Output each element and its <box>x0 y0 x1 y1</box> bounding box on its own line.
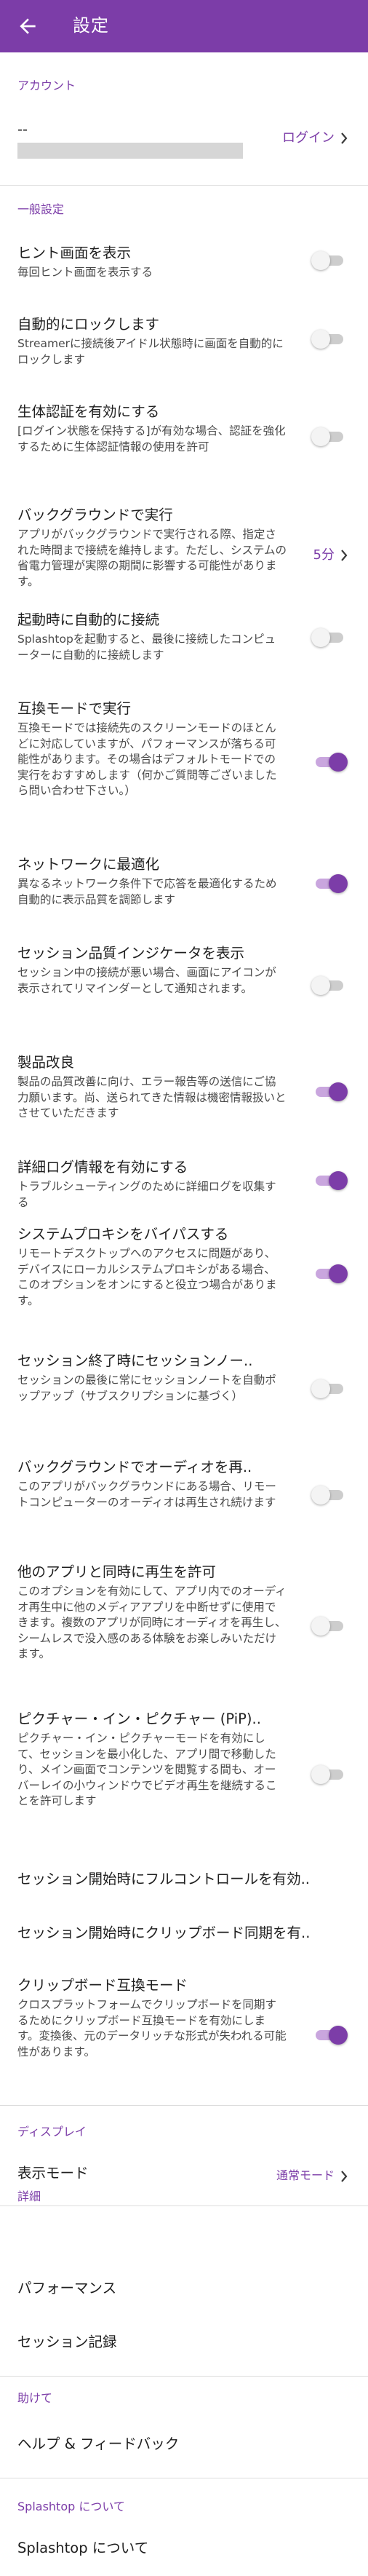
chevron-right-icon <box>341 550 348 561</box>
setting-title: 生体認証を有効にする <box>17 403 160 420</box>
toggle-switch[interactable] <box>311 753 348 772</box>
toggle-switch[interactable] <box>311 874 348 893</box>
setting-title: セッション品質インジケータを表示 <box>17 945 245 962</box>
setting-desc: 毎回ヒント画面を表示する <box>17 266 153 279</box>
session-log-row[interactable]: セッション記録 <box>0 2332 368 2361</box>
setting-title: 詳細ログ情報を有効にする <box>17 1159 188 1176</box>
help-feedback-row[interactable]: ヘルプ & フィードバック <box>0 2434 368 2463</box>
setting-mix-audio[interactable]: 他のアプリと同時に再生を許可 このオプションを有効にして、アプリ内でのオーディオ… <box>0 1562 368 1671</box>
section-header-about: Splashtop について <box>17 2500 125 2513</box>
toggle-switch[interactable] <box>311 1617 348 1636</box>
setting-desc: トラブルシューティングのために詳細ログを収集する <box>17 1180 276 1209</box>
setting-desc: リモートデスクトップへのアクセスに問題があり、デバイスにローカルシステムプロキシ… <box>17 1247 277 1307</box>
setting-pip[interactable]: ピクチャー・イン・ピクチャー (PiP).. ピクチャー・イン・ピクチャーモード… <box>0 1709 368 1818</box>
display-mode-value[interactable]: 通常モード <box>276 2165 348 2183</box>
setting-desc: セッションの最後に常にセッションノートを自動ポップアップ（サブスクリプションに基… <box>17 1374 276 1403</box>
toggle-switch[interactable] <box>311 1765 348 1784</box>
toggle-switch[interactable] <box>311 2026 348 2045</box>
chevron-right-icon <box>341 2170 348 2182</box>
help-feedback-label: ヘルプ & フィードバック <box>17 2436 180 2452</box>
setting-desc: 互換モードでは接続先のスクリーンモードのほとんどに対応していますが、パフォーマン… <box>17 721 277 797</box>
performance-label: パフォーマンス <box>17 2280 117 2296</box>
setting-desc: 製品の品質改善に向け、エラー報告等の送信にご協力願います。尚、送られてきた情報は… <box>17 1075 287 1119</box>
setting-title: セッション開始時にフルコントロールを有効.. <box>17 1871 311 1887</box>
setting-autoconnect[interactable]: 起動時に自動的に接続 Splashtopを起動すると、最後に接続したコンピュータ… <box>0 610 368 665</box>
setting-title: 互換モードで実行 <box>17 700 132 717</box>
setting-desc: クロスプラットフォームでクリップボードを同期するためにクリップボード互換モードを… <box>17 1998 287 2058</box>
toggle-switch[interactable] <box>311 330 348 349</box>
setting-session-note[interactable]: セッション終了時にセッションノー.. セッションの最後に常にセッションノートを自… <box>0 1351 368 1409</box>
account-username: -- <box>17 121 28 138</box>
performance-row[interactable]: パフォーマンス <box>0 2278 368 2307</box>
section-header-account: アカウント <box>17 79 76 92</box>
section-header-display: ディスプレイ <box>17 2125 87 2139</box>
display-mode-row[interactable]: 表示モード 通常モード <box>0 2163 368 2192</box>
setting-title: バックグラウンドでオーディオを再.. <box>17 1459 252 1475</box>
setting-background[interactable]: バックグラウンドで実行 アプリがバックグラウンドで実行される際、指定された時間ま… <box>0 505 368 593</box>
setting-bypass-proxy[interactable]: システムプロキシをバイパスする リモートデスクトップへのアクセスに問題があり、デ… <box>0 1224 368 1326</box>
toggle-switch[interactable] <box>311 1379 348 1398</box>
setting-desc: Streamerに接続後アイドル状態時に画面を自動的にロックします <box>17 337 284 366</box>
section-header-details: 詳細 <box>17 2189 41 2203</box>
setting-debug-log[interactable]: 詳細ログ情報を有効にする トラブルシューティングのために詳細ログを収集する <box>0 1157 368 1209</box>
toggle-switch[interactable] <box>311 1264 348 1283</box>
about-row[interactable]: Splashtop について <box>0 2538 368 2567</box>
app-bar: 設定 <box>0 0 368 52</box>
login-link[interactable]: ログイン <box>282 127 348 146</box>
divider <box>0 2105 368 2106</box>
setting-autolock[interactable]: 自動的にロックします Streamerに接続後アイドル状態時に画面を自動的にロッ… <box>0 314 368 370</box>
account-row[interactable]: -- ログイン <box>0 116 368 167</box>
about-label: Splashtop について <box>17 2540 149 2556</box>
background-timeout-value[interactable]: 5分 <box>313 544 348 563</box>
setting-desc: セッション中の接続が悪い場合、画面にアイコンが表示されてリマインダーとして通知さ… <box>17 966 276 995</box>
arrow-back-icon[interactable] <box>16 15 39 38</box>
section-header-general: 一般設定 <box>17 202 65 216</box>
setting-title: システムプロキシをバイパスする <box>17 1226 229 1243</box>
toggle-switch[interactable] <box>311 1486 348 1505</box>
setting-desc: このアプリがバックグラウンドにある場合、リモートコンピューターのオーディオは再生… <box>17 1480 276 1509</box>
setting-background-audio[interactable]: バックグラウンドでオーディオを再.. このアプリがバックグラウンドにある場合、リ… <box>0 1457 368 1515</box>
setting-title: 他のアプリと同時に再生を許可 <box>17 1564 217 1580</box>
setting-title: バックグラウンドで実行 <box>17 507 173 523</box>
setting-biometric[interactable]: 生体認証を有効にする [ログイン状態を保持する]が有効な場合、認証を強化するため… <box>0 402 368 460</box>
setting-desc: Splashtopを起動すると、最後に接続したコンピューターに自動的に接続します <box>17 633 276 662</box>
setting-title: ピクチャー・イン・ピクチャー (PiP).. <box>17 1711 261 1727</box>
chevron-right-icon <box>341 132 348 144</box>
session-log-label: セッション記録 <box>17 2334 117 2350</box>
page-title: 設定 <box>73 15 109 36</box>
toggle-switch[interactable] <box>311 628 348 647</box>
account-email-redacted <box>17 143 243 159</box>
setting-network[interactable]: ネットワークに最適化 異なるネットワーク条件下で応答を最適化するため自動的に表示… <box>0 855 368 913</box>
setting-title: クリップボード互換モード <box>17 1977 188 1994</box>
setting-quality-indicator[interactable]: セッション品質インジケータを表示 セッション中の接続が悪い場合、画面にアイコンが… <box>0 943 368 1023</box>
toggle-switch[interactable] <box>311 976 348 995</box>
display-mode-title: 表示モード <box>17 2165 89 2181</box>
setting-title: 製品改良 <box>17 1054 75 1071</box>
setting-desc: このオプションを有効にして、アプリ内でのオーディオ再生中に他のメディアアプリを中… <box>17 1585 287 1660</box>
divider <box>0 2376 368 2377</box>
setting-hints[interactable]: ヒント画面を表示 毎回ヒント画面を表示する <box>0 243 368 287</box>
toggle-switch[interactable] <box>311 1171 348 1190</box>
section-header-help: 助けて <box>17 2391 53 2405</box>
toggle-switch[interactable] <box>311 427 348 446</box>
setting-clipboard-compat[interactable]: クリップボード互換モード クロスプラットフォームでクリップボードを同期するために… <box>0 1975 368 2077</box>
divider <box>0 185 368 186</box>
setting-title: セッション終了時にセッションノー.. <box>17 1352 253 1369</box>
setting-title: ネットワークに最適化 <box>17 856 160 873</box>
setting-full-control[interactable]: セッション開始時にフルコントロールを有効.. <box>0 1869 368 1898</box>
setting-improve[interactable]: 製品改良 製品の品質改善に向け、エラー報告等の送信にご協力願います。尚、送られて… <box>0 1053 368 1133</box>
setting-desc: [ログイン状態を保持する]が有効な場合、認証を強化するために生体認証情報の使用を… <box>17 424 286 453</box>
setting-title: ヒント画面を表示 <box>17 245 132 261</box>
setting-clipboard-sync[interactable]: セッション開始時にクリップボード同期を有.. <box>0 1923 368 1952</box>
setting-desc: アプリがバックグラウンドで実行される際、指定された時間まで接続を維持します。ただ… <box>17 528 287 588</box>
setting-title: セッション開始時にクリップボード同期を有.. <box>17 1925 311 1941</box>
setting-compat-mode[interactable]: 互換モードで実行 互換モードでは接続先のスクリーンモードのほとんどに対応していま… <box>0 699 368 823</box>
setting-desc: ピクチャー・イン・ピクチャーモードを有効にして、セッションを最小化した、アプリ間… <box>17 1732 277 1807</box>
toggle-switch[interactable] <box>311 251 348 270</box>
toggle-switch[interactable] <box>311 1082 348 1101</box>
setting-desc: 異なるネットワーク条件下で応答を最適化するため自動的に表示品質を調節します <box>17 877 277 906</box>
setting-title: 起動時に自動的に接続 <box>17 611 160 628</box>
setting-title: 自動的にロックします <box>17 316 160 333</box>
